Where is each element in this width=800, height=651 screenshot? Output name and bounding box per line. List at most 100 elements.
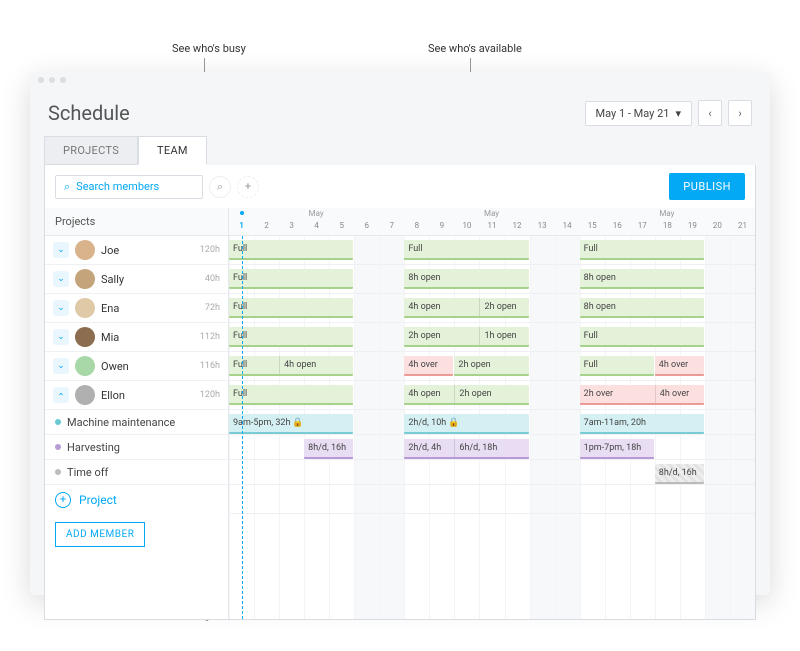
next-button[interactable]: › xyxy=(728,100,752,126)
titlebar-dot xyxy=(49,77,55,83)
schedule-bar[interactable]: Full4h open xyxy=(229,356,353,376)
member-row[interactable]: ⌄ Ena 72h xyxy=(45,294,228,323)
annotation-available: See who's available xyxy=(428,42,522,55)
schedule-bar[interactable]: Full xyxy=(580,240,704,260)
add-column-button[interactable]: + xyxy=(237,176,259,198)
date-range-picker[interactable]: May 1 - May 21 ▾ xyxy=(585,101,692,126)
schedule-bar[interactable]: Full xyxy=(229,240,353,260)
member-name: Joe xyxy=(101,244,194,257)
timeline-row: 9am-5pm, 32h🔒 2h/d, 10h🔒 7am-11am, 20h xyxy=(229,410,755,435)
schedule-bar[interactable]: Full xyxy=(404,240,528,260)
member-name: Ena xyxy=(101,302,199,315)
schedule-bar[interactable]: 4h over xyxy=(404,356,453,376)
schedule-bar[interactable]: 2h over4h over xyxy=(580,385,704,405)
member-name: Ellon xyxy=(101,389,194,402)
app-window: Schedule May 1 - May 21 ▾ ‹ › PROJECTS T… xyxy=(30,72,770,595)
tab-projects[interactable]: PROJECTS xyxy=(44,136,138,165)
task-color-dot xyxy=(55,419,61,425)
schedule-bar[interactable]: 8h open xyxy=(580,269,704,289)
member-name: Sally xyxy=(101,273,199,286)
titlebar-dot xyxy=(60,77,66,83)
schedule-bar[interactable]: 8h open xyxy=(404,269,528,289)
schedule-bar[interactable]: 2h open1h open xyxy=(404,327,528,347)
avatar xyxy=(75,385,95,405)
timeline-row: 8h/d, 16h xyxy=(229,460,755,485)
schedule-bar[interactable]: 4h open2h open xyxy=(404,385,528,405)
timeline: MayMayMay1234567891011121314151617181920… xyxy=(229,208,755,619)
timeline-header: MayMayMay1234567891011121314151617181920… xyxy=(229,208,755,236)
timeline-row xyxy=(229,485,755,514)
member-hours: 40h xyxy=(205,274,220,284)
task-bar[interactable]: 7am-11am, 20h xyxy=(580,414,704,434)
schedule-bar[interactable]: Full xyxy=(229,385,353,405)
task-name: Harvesting xyxy=(67,441,120,454)
avatar xyxy=(75,240,95,260)
schedule-bar[interactable]: 8h open xyxy=(580,298,704,318)
members-column: Projects ⌄ Joe 120h ⌄ Sally 40h ⌄ Ena xyxy=(45,208,229,619)
timeline-row: Full 2h open1h open Full xyxy=(229,323,755,352)
member-row[interactable]: ⌄ Sally 40h xyxy=(45,265,228,294)
task-bar[interactable]: 9am-5pm, 32h🔒 xyxy=(229,414,353,434)
schedule-bar[interactable]: Full xyxy=(229,269,353,289)
timeline-row: Full 4h open2h open 2h over4h over xyxy=(229,381,755,410)
filter-button[interactable]: ⌕ xyxy=(209,176,231,198)
timeline-row: Full4h open4h over2h openFull4h over xyxy=(229,352,755,381)
task-bar[interactable]: 8h/d, 16h xyxy=(304,439,353,459)
publish-button[interactable]: PUBLISH xyxy=(669,173,745,200)
member-hours: 72h xyxy=(205,303,220,313)
member-row[interactable]: ⌄ Ellon 120h xyxy=(45,381,228,410)
member-row[interactable]: ⌄ Mia 112h xyxy=(45,323,228,352)
annotation-busy: See who's busy xyxy=(172,42,246,55)
member-row[interactable]: ⌄ Owen 116h xyxy=(45,352,228,381)
member-hours: 112h xyxy=(200,332,220,342)
avatar xyxy=(75,269,95,289)
member-hours: 120h xyxy=(200,390,220,400)
projects-header: Projects xyxy=(45,208,228,236)
timeline-row: Full 8h open 8h open xyxy=(229,265,755,294)
date-range-label: May 1 - May 21 xyxy=(596,107,670,120)
add-project-button[interactable]: + Project xyxy=(45,485,228,514)
chevron-down-icon: ▾ xyxy=(675,107,681,120)
timeline-row: 8h/d, 16h 2h/d, 4h6h/d, 18h 1pm-7pm, 18h xyxy=(229,435,755,460)
search-icon: ⌕ xyxy=(64,180,70,194)
task-row[interactable]: Harvesting xyxy=(45,435,228,460)
task-bar[interactable]: 2h/d, 4h6h/d, 18h xyxy=(404,439,528,459)
task-color-dot xyxy=(55,444,61,450)
schedule-bar[interactable]: Full xyxy=(580,327,704,347)
chevron-down-icon[interactable]: ⌄ xyxy=(53,358,69,374)
chevron-down-icon[interactable]: ⌄ xyxy=(53,242,69,258)
chevron-down-icon[interactable]: ⌄ xyxy=(53,271,69,287)
avatar xyxy=(75,298,95,318)
task-bar[interactable]: 2h/d, 10h🔒 xyxy=(404,414,528,434)
tab-team[interactable]: TEAM xyxy=(138,136,207,165)
prev-button[interactable]: ‹ xyxy=(698,100,722,126)
search-input[interactable] xyxy=(76,180,194,193)
task-bar[interactable]: 1pm-7pm, 18h xyxy=(580,439,654,459)
add-project-label: Project xyxy=(79,493,117,507)
add-member-button[interactable]: ADD MEMBER xyxy=(55,522,145,547)
search-box[interactable]: ⌕ xyxy=(55,175,203,199)
task-row[interactable]: Machine maintenance xyxy=(45,410,228,435)
schedule-bar[interactable]: 4h over xyxy=(655,356,704,376)
schedule-panel: ⌕ ⌕ + PUBLISH Projects ⌄ Joe 120h ⌄ xyxy=(44,165,756,620)
member-row[interactable]: ⌄ Joe 120h xyxy=(45,236,228,265)
schedule-bar[interactable]: 2h open xyxy=(454,356,528,376)
task-name: Machine maintenance xyxy=(67,416,175,429)
task-color-dot xyxy=(55,469,61,475)
chevron-up-icon[interactable]: ⌄ xyxy=(53,387,69,403)
member-hours: 120h xyxy=(200,245,220,255)
member-hours: 116h xyxy=(200,361,220,371)
schedule-bar[interactable]: 4h open2h open xyxy=(404,298,528,318)
task-bar[interactable]: 8h/d, 16h xyxy=(655,464,704,484)
task-row[interactable]: Time off xyxy=(45,460,228,485)
page-title: Schedule xyxy=(48,101,130,125)
avatar xyxy=(75,327,95,347)
schedule-bar[interactable]: Full xyxy=(229,327,353,347)
chevron-down-icon[interactable]: ⌄ xyxy=(53,300,69,316)
member-name: Mia xyxy=(101,331,194,344)
schedule-bar[interactable]: Full xyxy=(229,298,353,318)
chevron-down-icon[interactable]: ⌄ xyxy=(53,329,69,345)
schedule-bar[interactable]: Full xyxy=(580,356,654,376)
avatar xyxy=(75,356,95,376)
timeline-row: Full Full Full xyxy=(229,236,755,265)
